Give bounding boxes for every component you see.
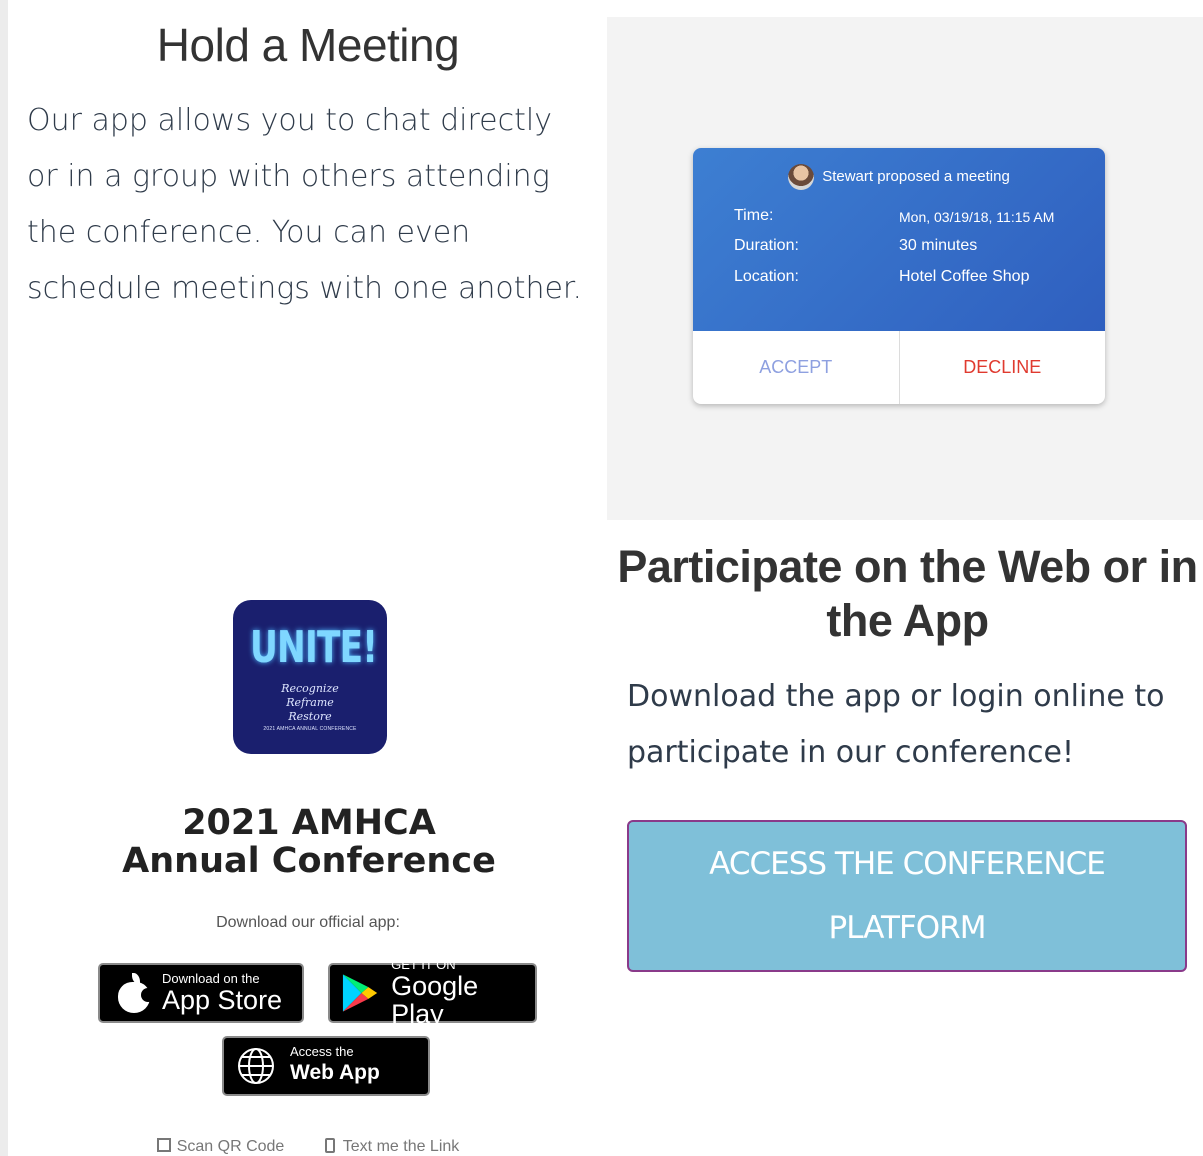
meeting-heading: Hold a Meeting: [156, 19, 460, 71]
text-link-link[interactable]: Text me the Link: [324, 1138, 460, 1155]
access-platform-label: ACCESS THE CONFERENCE PLATFORM: [709, 846, 1106, 946]
access-platform-button[interactable]: ACCESS THE CONFERENCE PLATFORM: [627, 820, 1187, 972]
app-store-button[interactable]: Download on the App Store: [98, 963, 304, 1023]
app-store-text: Download on the App Store: [162, 971, 283, 1015]
meeting-row-label: Duration:: [734, 237, 799, 254]
meeting-card-actions: ACCEPT DECLINE: [693, 331, 1105, 404]
web-app-button[interactable]: Access the Web App: [222, 1036, 430, 1096]
logo-headline: UNITE!: [249, 622, 378, 673]
app-download-panel: UNITE! Recognize Reframe Restore 2021 AM…: [8, 520, 608, 1156]
web-description: Download the app or login online to part…: [627, 679, 1165, 770]
meeting-card-title-text: Stewart proposed a meeting: [822, 167, 1010, 185]
decline-button[interactable]: DECLINE: [900, 331, 1106, 404]
meeting-row-value: Mon, 03/19/18, 11:15 AM: [899, 209, 1055, 225]
web-app-big: Web App: [290, 1061, 380, 1084]
app-title: 2021 AMHCA Annual Conference: [122, 803, 496, 881]
logo-line: Recognize: [281, 682, 339, 695]
meeting-preview: Stewart proposed a meeting Time: Mon, 03…: [607, 17, 1203, 520]
web-app-text: Access the Web App: [290, 1045, 380, 1087]
logo-caption: 2021 AMHCA ANNUAL CONFERENCE: [263, 726, 357, 732]
app-store-small: Download on the: [162, 971, 260, 986]
google-play-small: GET IT ON: [391, 957, 456, 972]
app-store-big: App Store: [162, 985, 283, 1015]
meeting-description: Our app allows you to chat directly or i…: [27, 103, 583, 306]
meeting-card-header: Stewart proposed a meeting Time: Mon, 03…: [693, 148, 1105, 331]
qr-code-icon: [156, 1138, 171, 1152]
meeting-row-value: Hotel Coffee Shop: [899, 268, 1030, 285]
phone-icon: [324, 1138, 335, 1153]
apple-icon: [116, 973, 155, 1013]
google-play-icon: [342, 974, 378, 1012]
app-logo: UNITE! Recognize Reframe Restore 2021 AM…: [233, 600, 387, 754]
web-heading: Participate on the Web or in the App: [617, 541, 1198, 646]
meeting-row-label: Location:: [734, 268, 799, 285]
meeting-proposal-card: Stewart proposed a meeting Time: Mon, 03…: [693, 148, 1105, 404]
logo-line: Reframe: [286, 696, 334, 709]
app-footer-links: Scan QR Code Text me the Link: [8, 1138, 608, 1156]
app-subtitle: Download our official app:: [216, 914, 400, 931]
scan-qr-link[interactable]: Scan QR Code: [156, 1138, 285, 1155]
left-edge-rule: [0, 0, 8, 1156]
avatar: [788, 164, 815, 190]
scan-qr-label: Scan QR Code: [176, 1138, 285, 1155]
web-app-small: Access the: [290, 1044, 354, 1059]
meeting-row-value: 30 minutes: [899, 237, 978, 254]
google-play-button[interactable]: GET IT ON Google Play: [328, 958, 537, 1028]
globe-icon: [238, 1048, 274, 1084]
logo-line: Restore: [288, 710, 332, 723]
meeting-card-title: Stewart proposed a meeting: [693, 164, 1105, 190]
accept-button[interactable]: ACCEPT: [693, 331, 900, 404]
meeting-row-label: Time:: [734, 207, 774, 224]
text-link-label: Text me the Link: [342, 1138, 460, 1155]
google-play-big: Google Play: [391, 971, 479, 1029]
google-play-text: GET IT ON Google Play: [391, 957, 535, 1029]
